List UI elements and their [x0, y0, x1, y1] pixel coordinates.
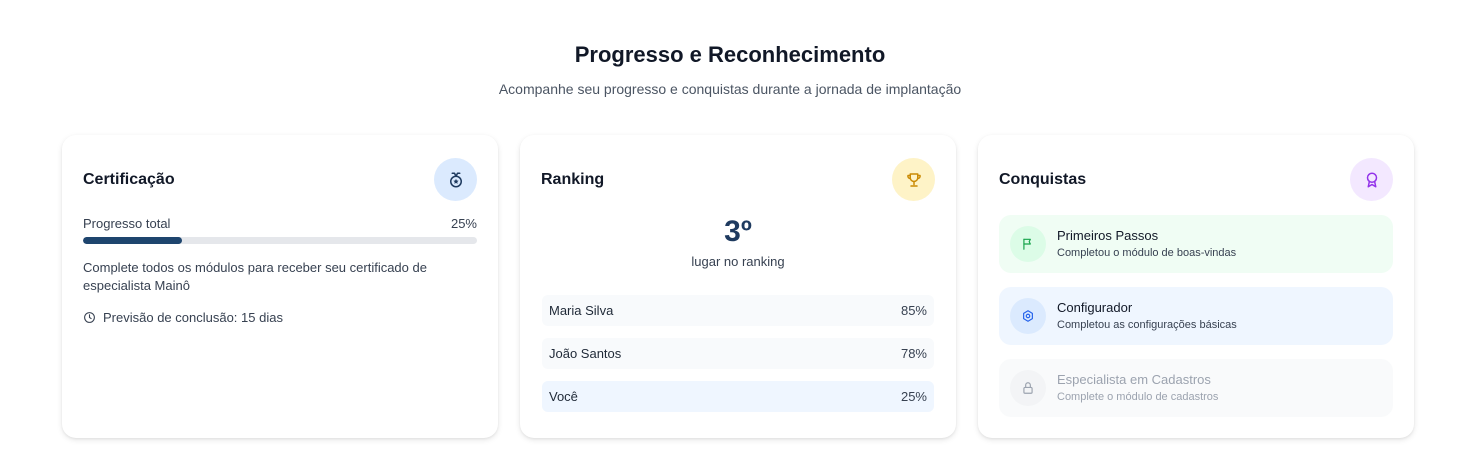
- achievement-item: Configurador Completou as configurações …: [999, 287, 1393, 345]
- completion-estimate-text: Previsão de conclusão: 15 dias: [103, 310, 283, 325]
- completion-estimate: Previsão de conclusão: 15 dias: [83, 310, 283, 325]
- ranking-position-label: lugar no ranking: [691, 254, 785, 269]
- certification-card: Certificação Progresso total 25% Complet…: [62, 135, 498, 438]
- ranking-position: 3º: [724, 215, 752, 248]
- ranking-row-name: João Santos: [549, 346, 622, 361]
- page-title: Progresso e Reconhecimento: [574, 42, 886, 67]
- medal-icon: [434, 158, 477, 201]
- certification-title: Certificação: [83, 171, 175, 188]
- achievement-name: Especialista em Cadastros: [1057, 371, 1211, 387]
- achievement-name: Primeiros Passos: [1057, 227, 1159, 243]
- ranking-row-name: Você: [549, 389, 578, 404]
- achievement-item: Primeiros Passos Completou o módulo de b…: [999, 215, 1393, 273]
- flag-icon: [1010, 226, 1046, 262]
- ranking-row: Maria Silva 85%: [542, 295, 934, 326]
- ranking-row: João Santos 78%: [542, 338, 934, 369]
- award-icon: [1350, 158, 1393, 201]
- achievements-title: Conquistas: [999, 171, 1087, 188]
- ranking-row-current-user: Você 25%: [542, 381, 934, 412]
- clock-icon: [84, 312, 95, 323]
- ranking-row-value: 25%: [900, 389, 927, 404]
- achievement-description: Completou o módulo de boas-vindas: [1057, 246, 1237, 259]
- progress-bar-fill: [83, 237, 182, 244]
- progress-bar: [83, 237, 477, 244]
- trophy-icon: [892, 158, 935, 201]
- ranking-card: Ranking 3º lugar no ranking Maria Silva …: [520, 135, 956, 438]
- achievement-item-locked: Especialista em Cadastros Complete o mód…: [999, 359, 1393, 417]
- settings-icon: [1010, 298, 1046, 334]
- achievements-card: Conquistas Primeiros Passos Completou o …: [978, 135, 1414, 438]
- achievement-description: Complete o módulo de cadastros: [1057, 390, 1219, 403]
- ranking-row-value: 78%: [900, 346, 927, 361]
- page-subtitle: Acompanhe seu progresso e conquistas dur…: [498, 81, 962, 97]
- ranking-row-name: Maria Silva: [549, 303, 614, 318]
- progress-value: 25%: [450, 216, 477, 231]
- ranking-title: Ranking: [541, 171, 605, 188]
- certification-description: Complete todos os módulos para receber s…: [83, 260, 427, 293]
- achievement-name: Configurador: [1057, 299, 1133, 315]
- lock-icon: [1010, 370, 1046, 406]
- achievement-description: Completou as configurações básicas: [1057, 318, 1237, 331]
- ranking-row-value: 85%: [900, 303, 927, 318]
- progress-label: Progresso total: [83, 216, 171, 231]
